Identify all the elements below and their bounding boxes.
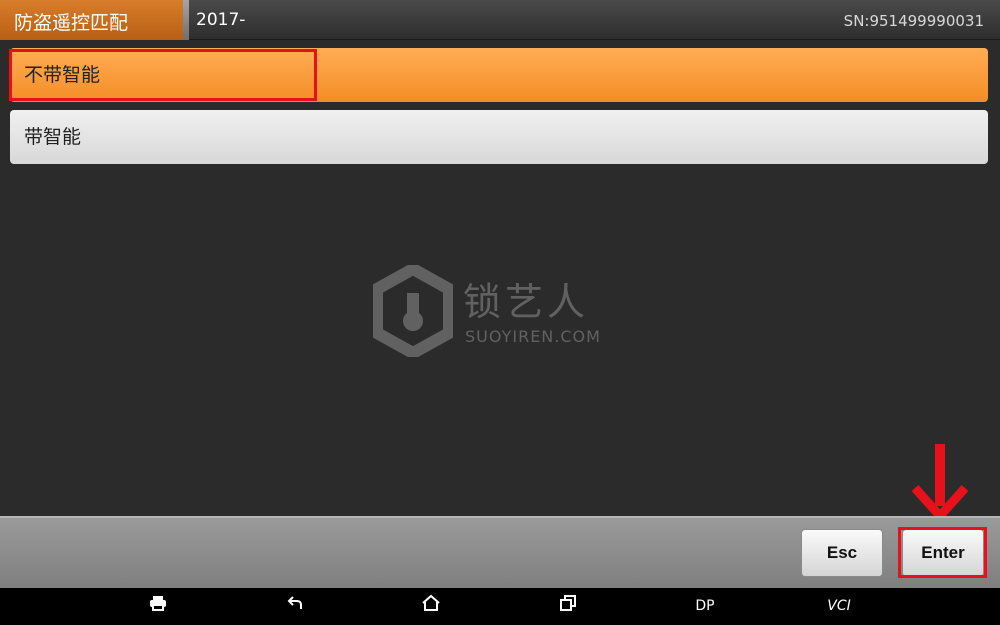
watermark-brand: 锁艺人 [463,280,590,324]
menu-item-smart[interactable]: 带智能 [10,110,988,164]
title-bar: 防盗遥控匹配 2017- SN:951499990031 [0,0,1000,40]
action-bar: Esc Enter [0,516,1000,588]
print-icon[interactable] [146,594,170,618]
watermark-logo-icon [373,265,453,357]
title-tab: 防盗遥控匹配 [0,0,189,40]
serial-number: SN:951499990031 [843,12,984,30]
menu-item-label: 不带智能 [24,64,101,86]
dp-button[interactable]: DP [690,594,720,618]
home-icon[interactable] [419,594,443,618]
recent-apps-icon[interactable] [556,594,580,618]
watermark-domain: SUOYIREN.COM [465,327,601,346]
back-icon[interactable] [284,594,308,618]
watermark: 锁艺人 SUOYIREN.COM [373,265,633,360]
esc-button[interactable]: Esc [801,529,883,577]
arrow-down-icon [911,444,969,523]
system-nav-bar: DP VCI [0,588,1000,625]
model-year: 2017- [196,10,246,30]
menu-item-no-smart[interactable]: 不带智能 [10,48,988,102]
menu-item-label: 带智能 [24,126,82,148]
vci-button[interactable]: VCI [822,594,856,618]
enter-button[interactable]: Enter [902,529,984,577]
page-title: 防盗遥控匹配 [14,12,129,34]
